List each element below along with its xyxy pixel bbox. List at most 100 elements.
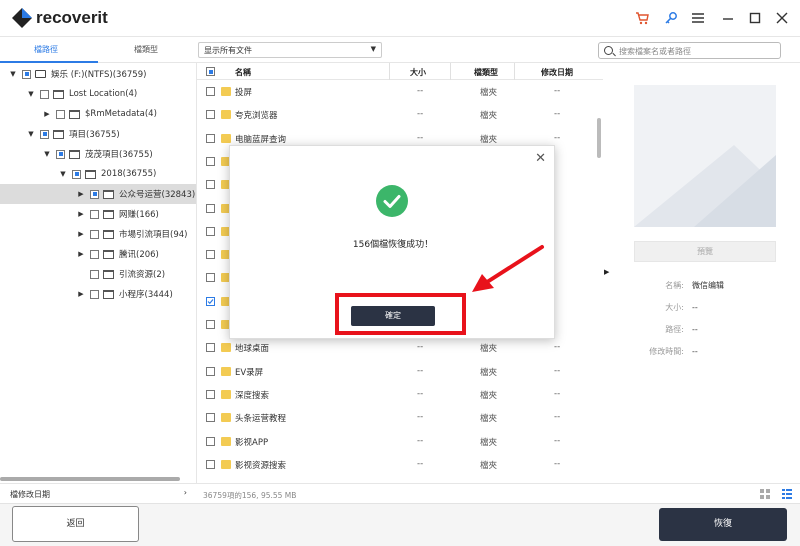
row-checkbox[interactable] <box>206 226 215 236</box>
row-checkbox[interactable] <box>206 320 215 329</box>
tree-checkbox[interactable] <box>90 249 99 259</box>
table-row[interactable]: 影视APP -- 檔夾 -- <box>197 430 597 453</box>
row-checkbox[interactable] <box>206 366 215 376</box>
tree-checkbox[interactable] <box>90 269 99 279</box>
tree-footer[interactable]: 檔修改日期 › <box>0 483 197 503</box>
tree-checkbox[interactable] <box>90 229 99 239</box>
tree-node-wechat-ops[interactable]: ▶ 公众号运营(32843) <box>0 184 196 204</box>
tree-node-label: Lost Location(4) <box>69 89 138 99</box>
folder-icon <box>221 343 231 353</box>
table-row[interactable]: 地球桌面 -- 檔夾 -- <box>197 336 597 359</box>
row-checkbox[interactable] <box>206 110 215 120</box>
column-type[interactable]: 檔類型 <box>474 67 498 78</box>
back-button[interactable]: 返回 <box>12 506 139 542</box>
menu-icon[interactable] <box>690 10 706 26</box>
maximize-icon[interactable] <box>747 10 763 26</box>
chevron-right-icon[interactable]: › <box>184 488 187 497</box>
tree-checkbox[interactable] <box>90 189 99 199</box>
chevron-down-icon[interactable]: ▼ <box>8 70 18 78</box>
tab-file-type[interactable]: 檔類型 <box>134 44 158 55</box>
chevron-down-icon[interactable]: ▼ <box>26 130 36 138</box>
table-row[interactable]: 头条运营教程 -- 檔夾 -- <box>197 406 597 429</box>
tree-node-mini-program[interactable]: ▶ 小程序(3444) <box>0 284 196 304</box>
row-checkbox[interactable] <box>206 273 215 283</box>
app-name: recoverit <box>36 8 108 27</box>
tree-node-drive[interactable]: ▼ 娛乐 (F:)(NTFS)(36759) <box>0 64 196 84</box>
tree-node-traffic-resources[interactable]: 引流资源(2) <box>0 264 196 284</box>
column-size[interactable]: 大小 <box>410 67 426 78</box>
file-filter-select[interactable]: 显示所有文件 ▼ <box>198 42 382 58</box>
tree-node-lost-location[interactable]: ▼ Lost Location(4) <box>0 84 196 104</box>
tree-checkbox[interactable] <box>22 69 31 79</box>
chevron-right-icon[interactable]: ▶ <box>76 210 86 218</box>
row-checkbox[interactable] <box>206 87 215 96</box>
tree-node-maomao-projects[interactable]: ▼ 茂茂項目(36755) <box>0 144 196 164</box>
chevron-right-icon[interactable]: ▶ <box>76 290 86 298</box>
row-checkbox[interactable] <box>206 436 215 446</box>
table-row[interactable]: 影视资源搜索 -- 檔夾 -- <box>197 453 597 476</box>
tree-node-projects[interactable]: ▼ 項目(36755) <box>0 124 196 144</box>
table-row[interactable]: 资源搜索神器--檔夾-- <box>197 476 597 483</box>
minimize-icon[interactable] <box>720 10 736 26</box>
key-icon[interactable] <box>663 10 679 26</box>
row-checkbox[interactable] <box>206 203 215 213</box>
table-row[interactable]: 深度搜索 -- 檔夾 -- <box>197 383 597 406</box>
row-checkbox[interactable] <box>206 180 215 190</box>
list-view-icon[interactable] <box>782 489 792 501</box>
tree-node-market-traffic[interactable]: ▶ 市場引流項目(94) <box>0 224 196 244</box>
row-size: -- <box>417 132 424 143</box>
chevron-right-icon[interactable]: ▶ <box>76 250 86 258</box>
row-type: 檔夾 <box>480 367 498 378</box>
folder-icon <box>221 133 231 143</box>
tree-checkbox[interactable] <box>40 129 49 139</box>
folder-icon <box>103 289 114 299</box>
search-placeholder: 搜索檔案名或者路徑 <box>619 47 691 56</box>
tree-node-rmmetadata[interactable]: ▶ $RmMetadata(4) <box>0 104 196 124</box>
close-icon[interactable]: ✕ <box>535 151 546 166</box>
chevron-right-icon[interactable]: ▶ <box>42 110 52 118</box>
tab-file-path[interactable]: 檔路徑 <box>34 44 58 55</box>
chevron-right-icon[interactable]: ▶ <box>76 230 86 238</box>
select-all-checkbox[interactable] <box>206 67 215 76</box>
tree-node-2018[interactable]: ▼ 2018(36755) <box>0 164 196 184</box>
row-checkbox[interactable] <box>206 343 215 353</box>
chevron-down-icon[interactable]: ▼ <box>42 150 52 158</box>
row-checkbox[interactable] <box>206 413 215 423</box>
chevron-down-icon[interactable]: ▼ <box>58 170 68 178</box>
chevron-right-icon[interactable]: ▶ <box>76 190 86 198</box>
meta-size: 大小: -- <box>665 303 698 312</box>
search-input[interactable]: 搜索檔案名或者路徑 <box>598 42 781 59</box>
folder-icon <box>221 87 231 96</box>
cart-icon[interactable] <box>634 10 650 26</box>
row-date: -- <box>554 435 561 446</box>
file-filter-value: 显示所有文件 <box>204 46 252 55</box>
tree-checkbox[interactable] <box>90 209 99 219</box>
row-checkbox[interactable] <box>206 296 215 306</box>
chevron-down-icon[interactable]: ▼ <box>26 90 36 98</box>
tree-checkbox[interactable] <box>72 169 81 179</box>
tree-node-wangzhuan[interactable]: ▶ 网赚(166) <box>0 204 196 224</box>
table-row[interactable]: 夸克浏览器 -- 檔夾 -- <box>197 103 597 126</box>
tree-checkbox[interactable] <box>56 149 65 159</box>
row-checkbox[interactable] <box>206 250 215 260</box>
tree-checkbox[interactable] <box>56 109 65 119</box>
table-vertical-scrollbar[interactable] <box>597 118 601 158</box>
grid-view-icon[interactable] <box>760 489 770 501</box>
table-row[interactable]: EV录屏 -- 檔夾 -- <box>197 360 597 383</box>
meta-path: 路徑: -- <box>665 325 698 334</box>
row-checkbox[interactable] <box>206 459 215 469</box>
table-row[interactable]: 投屏 -- 檔夾 -- <box>197 80 597 103</box>
preview-button[interactable]: 預覽 <box>634 241 776 262</box>
recover-button[interactable]: 恢復 <box>659 508 787 541</box>
row-checkbox[interactable] <box>206 133 215 143</box>
tree-node-tencent[interactable]: ▶ 騰讯(206) <box>0 244 196 264</box>
close-icon[interactable] <box>774 10 790 26</box>
column-date[interactable]: 修改日期 <box>541 67 573 78</box>
tree-checkbox[interactable] <box>40 89 49 99</box>
column-name[interactable]: 名稱 <box>235 67 251 78</box>
collapse-preview-icon[interactable]: ▶ <box>604 268 609 276</box>
tree-checkbox[interactable] <box>90 289 99 299</box>
row-checkbox[interactable] <box>206 156 215 166</box>
tree-horizontal-scrollbar[interactable] <box>0 477 180 481</box>
row-checkbox[interactable] <box>206 389 215 399</box>
